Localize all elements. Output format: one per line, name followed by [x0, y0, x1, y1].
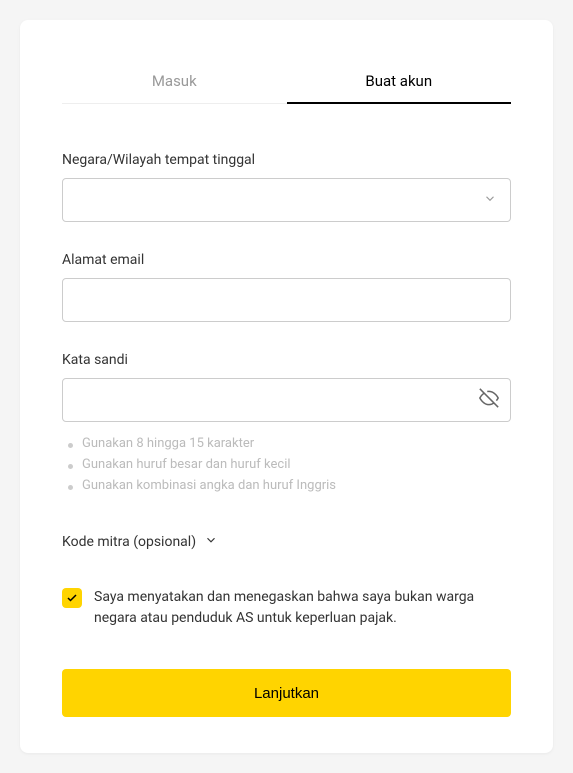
password-hints: Gunakan 8 hingga 15 karakter Gunakan hur…: [62, 436, 511, 493]
password-hint: Gunakan huruf besar dan huruf kecil: [66, 457, 511, 472]
password-input[interactable]: [62, 378, 511, 422]
auth-tabs: Masuk Buat akun: [62, 60, 511, 104]
email-label: Alamat email: [62, 252, 511, 268]
check-icon: [66, 592, 78, 604]
password-hint: Gunakan kombinasi angka dan huruf Inggri…: [66, 478, 511, 493]
chevron-down-icon: [204, 533, 218, 551]
tab-login[interactable]: Masuk: [62, 60, 287, 104]
tab-signup[interactable]: Buat akun: [287, 60, 512, 104]
password-field-group: Kata sandi Gunakan 8 hingga 15 karakter …: [62, 352, 511, 493]
country-label: Negara/Wilayah tempat tinggal: [62, 152, 511, 168]
email-field-group: Alamat email: [62, 252, 511, 322]
country-select[interactable]: [62, 178, 511, 222]
country-select-wrapper: [62, 178, 511, 222]
signup-card: Masuk Buat akun Negara/Wilayah tempat ti…: [20, 20, 553, 753]
password-wrapper: [62, 378, 511, 422]
eye-off-icon[interactable]: [479, 388, 499, 412]
email-input[interactable]: [62, 278, 511, 322]
continue-button[interactable]: Lanjutkan: [62, 669, 511, 717]
declaration-row: Saya menyatakan dan menegaskan bahwa say…: [62, 587, 511, 629]
partner-code-toggle[interactable]: Kode mitra (opsional): [62, 533, 511, 551]
partner-code-label: Kode mitra (opsional): [62, 534, 196, 550]
country-field-group: Negara/Wilayah tempat tinggal: [62, 152, 511, 222]
password-label: Kata sandi: [62, 352, 511, 368]
declaration-checkbox[interactable]: [62, 588, 82, 608]
declaration-text: Saya menyatakan dan menegaskan bahwa say…: [94, 587, 511, 629]
password-hint: Gunakan 8 hingga 15 karakter: [66, 436, 511, 451]
